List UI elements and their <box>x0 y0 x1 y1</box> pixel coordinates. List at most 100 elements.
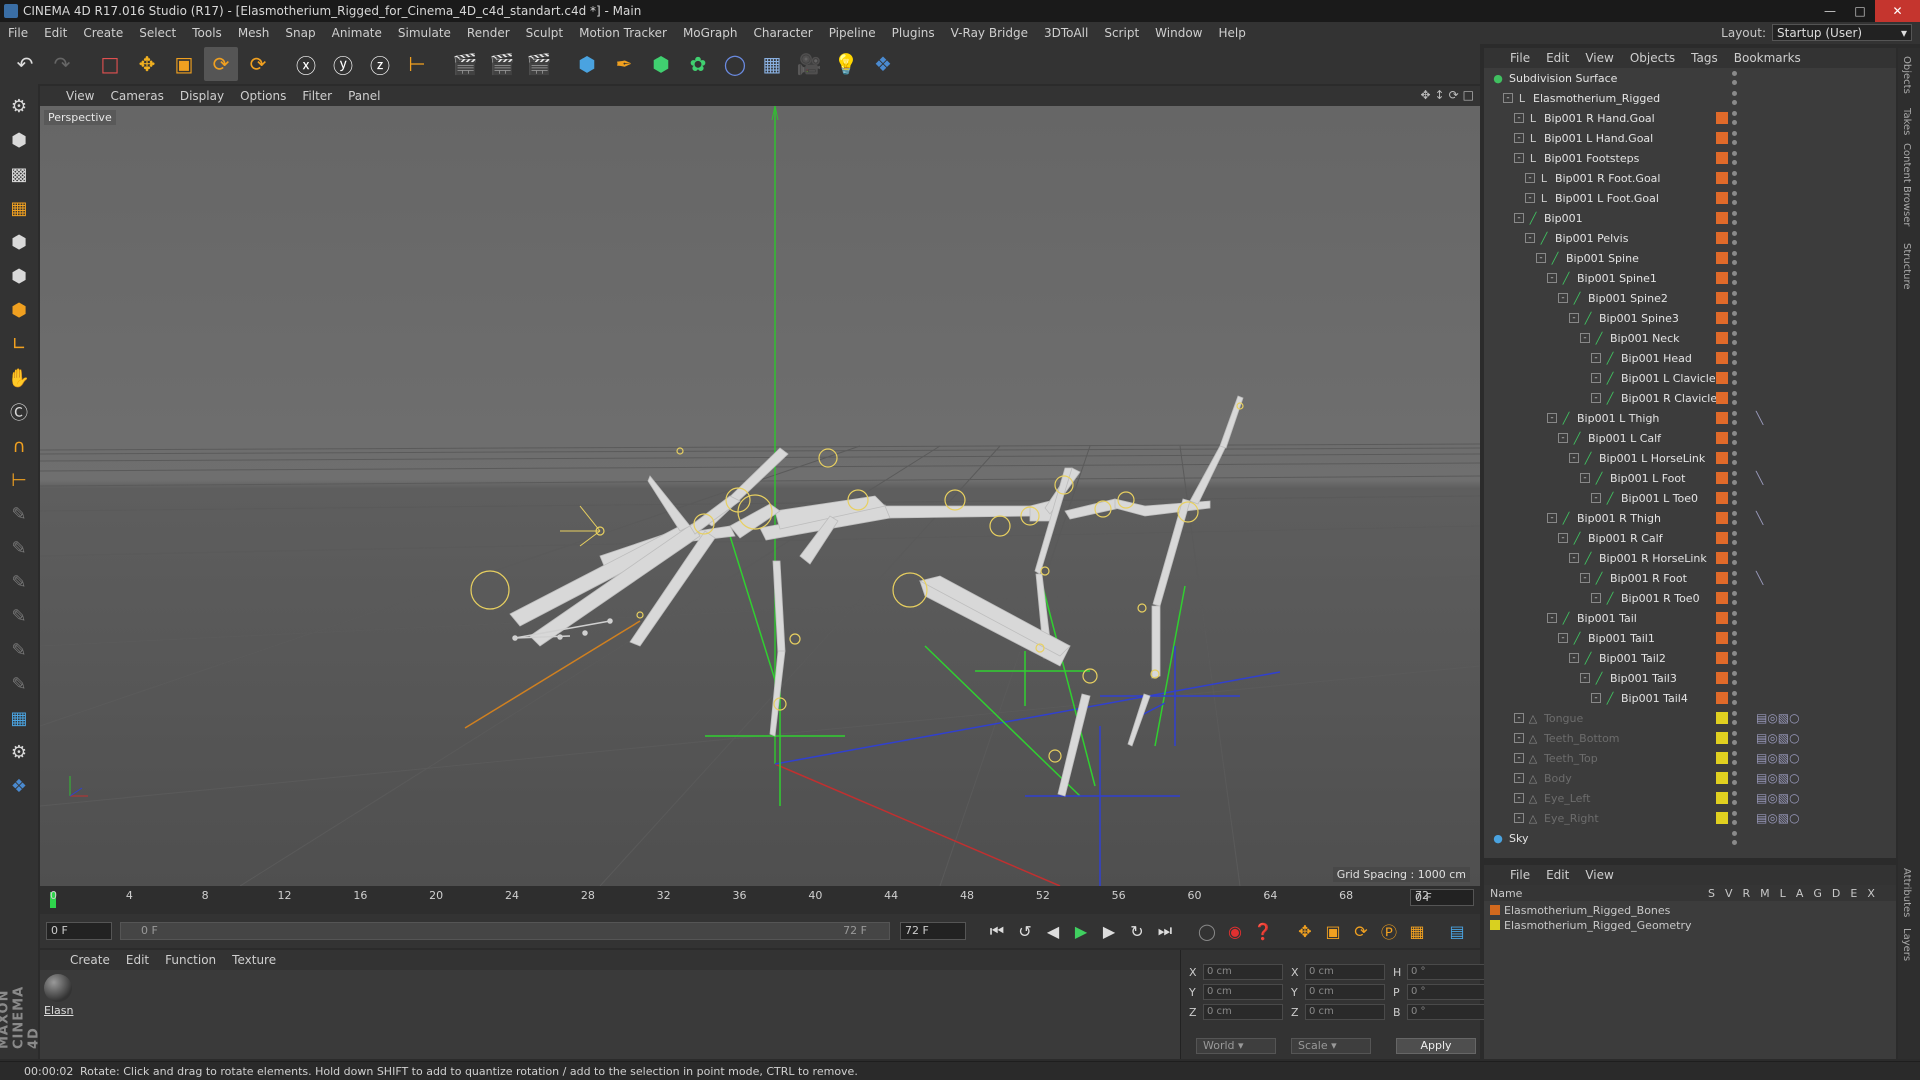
expand-toggle-icon[interactable]: - <box>1558 633 1568 643</box>
move-view-icon[interactable]: ✥ <box>1420 88 1430 102</box>
object-row[interactable]: - L Elasmotherium_Rigged <box>1484 88 1896 108</box>
expand-toggle-icon[interactable]: - <box>1514 813 1524 823</box>
menu-file[interactable]: File <box>0 26 36 40</box>
material-name[interactable]: Elasn <box>44 1004 73 1017</box>
record-position-icon[interactable]: ✥ <box>1293 918 1317 944</box>
expand-toggle-icon[interactable]: - <box>1525 193 1535 203</box>
solo-icon[interactable]: Ⓒ <box>3 396 35 428</box>
scale-icon[interactable]: ▣ <box>167 47 201 81</box>
object-row[interactable]: - ╱ Bip001 L Calf <box>1484 428 1896 448</box>
visibility-dots[interactable] <box>1732 511 1738 525</box>
coordinate-mode-select[interactable]: World ▾ <box>1196 1038 1276 1054</box>
ik-goal-tag-icon[interactable]: ╲ <box>1756 571 1763 585</box>
layer-color-swatch[interactable] <box>1716 552 1728 564</box>
camera-icon[interactable]: 🎥 <box>792 47 826 81</box>
expand-toggle-icon[interactable]: - <box>1514 773 1524 783</box>
layer-color-swatch[interactable] <box>1716 792 1728 804</box>
object-menu-objects[interactable]: Objects <box>1622 51 1683 65</box>
object-row[interactable]: - L Bip001 R Hand.Goal <box>1484 108 1896 128</box>
visibility-dots[interactable] <box>1732 251 1738 265</box>
tab-attributes[interactable]: Attributes <box>1901 868 1912 917</box>
subdivision-surface-icon[interactable]: ⬢ <box>644 47 678 81</box>
axis-mode-icon[interactable]: ∟ <box>3 328 35 360</box>
expand-toggle-icon[interactable]: - <box>1558 433 1568 443</box>
menu-sculpt[interactable]: Sculpt <box>518 26 571 40</box>
object-row[interactable]: - ╱ Bip001 Head <box>1484 348 1896 368</box>
cube-icon[interactable]: ⬢ <box>570 47 604 81</box>
expand-toggle-icon[interactable]: - <box>1514 733 1524 743</box>
material-menu-texture[interactable]: Texture <box>224 953 284 967</box>
layer-menu-edit[interactable]: Edit <box>1538 868 1577 882</box>
material-tags-icon[interactable]: ▤◎▧○ <box>1756 711 1800 725</box>
play-forward-icon[interactable]: ▶ <box>1069 918 1093 944</box>
layer-color-swatch[interactable] <box>1716 112 1728 124</box>
layer-color-swatch[interactable] <box>1716 672 1728 684</box>
object-row[interactable]: - ╱ Bip001 Spine3 <box>1484 308 1896 328</box>
visibility-dots[interactable] <box>1732 471 1738 485</box>
visibility-dots[interactable] <box>1732 271 1738 285</box>
object-row[interactable]: - △ Eye_Left ▤◎▧○ <box>1484 788 1896 808</box>
visibility-dots[interactable] <box>1732 651 1738 665</box>
visibility-dots[interactable] <box>1732 411 1738 425</box>
coord-field[interactable]: 0 cm <box>1305 964 1385 980</box>
record-active-objects-icon[interactable]: ◉ <box>1223 918 1247 944</box>
brush-icon[interactable]: ✎ <box>3 532 35 564</box>
coord-field[interactable]: 0 ° <box>1407 1004 1487 1020</box>
visibility-dots[interactable] <box>1732 91 1738 105</box>
object-row[interactable]: - ╱ Bip001 Tail2 <box>1484 648 1896 668</box>
record-rotation-icon[interactable]: ⟳ <box>1349 918 1373 944</box>
material-tags-icon[interactable]: ▤◎▧○ <box>1756 771 1800 785</box>
polygons-mode-icon[interactable]: ⬢ <box>3 294 35 326</box>
object-row[interactable]: - L Bip001 L Foot.Goal <box>1484 188 1896 208</box>
menu-simulate[interactable]: Simulate <box>390 26 459 40</box>
visibility-dots[interactable] <box>1732 671 1738 685</box>
visibility-dots[interactable] <box>1732 451 1738 465</box>
layer-color-swatch[interactable] <box>1716 732 1728 744</box>
layer-row[interactable]: Elasmotherium_Rigged_Bones <box>1490 903 1670 917</box>
expand-toggle-icon[interactable]: - <box>1514 753 1524 763</box>
object-row[interactable]: - △ Teeth_Bottom ▤◎▧○ <box>1484 728 1896 748</box>
layer-color-swatch[interactable] <box>1716 232 1728 244</box>
object-row[interactable]: - ╱ Bip001 R Clavicle <box>1484 388 1896 408</box>
viewport-menu-view[interactable]: View <box>58 89 102 103</box>
viewport-menu-options[interactable]: Options <box>232 89 294 103</box>
visibility-dots[interactable] <box>1732 231 1738 245</box>
rotate-view-icon[interactable]: ⟳ <box>1449 88 1459 102</box>
object-menu-bookmarks[interactable]: Bookmarks <box>1726 51 1809 65</box>
visibility-dots[interactable] <box>1732 291 1738 305</box>
timeline-window-icon[interactable]: ▤ <box>1445 918 1469 944</box>
next-key-icon[interactable]: ↻ <box>1125 918 1149 944</box>
menu-animate[interactable]: Animate <box>324 26 390 40</box>
object-menu-file[interactable]: File <box>1502 51 1538 65</box>
camera-label[interactable]: Perspective <box>44 110 116 125</box>
visibility-dots[interactable] <box>1732 491 1738 505</box>
layer-color-swatch[interactable] <box>1716 332 1728 344</box>
coord-field[interactable]: 0 cm <box>1203 1004 1283 1020</box>
layer-color-swatch[interactable] <box>1716 652 1728 664</box>
layer-menu-file[interactable]: File <box>1502 868 1538 882</box>
layer-color-swatch[interactable] <box>1716 432 1728 444</box>
viewport-menu-cameras[interactable]: Cameras <box>102 89 171 103</box>
object-row[interactable]: - △ Eye_Right ▤◎▧○ <box>1484 808 1896 828</box>
expand-toggle-icon[interactable]: - <box>1514 793 1524 803</box>
visibility-dots[interactable] <box>1732 371 1738 385</box>
layer-color-swatch[interactable] <box>1716 312 1728 324</box>
menu-render[interactable]: Render <box>459 26 518 40</box>
layer-color-swatch[interactable] <box>1490 920 1500 930</box>
layer-color-swatch[interactable] <box>1716 572 1728 584</box>
spline-pen-icon[interactable]: ✒ <box>607 47 641 81</box>
layer-color-swatch[interactable] <box>1716 712 1728 724</box>
menu-mesh[interactable]: Mesh <box>230 26 278 40</box>
layer-color-swatch[interactable] <box>1716 492 1728 504</box>
sculpt-icon[interactable]: ✎ <box>3 566 35 598</box>
visibility-dots[interactable] <box>1732 191 1738 205</box>
expand-toggle-icon[interactable]: - <box>1580 573 1590 583</box>
visibility-dots[interactable] <box>1732 211 1738 225</box>
perspective-viewport[interactable]: Perspective Grid Spacing : 1000 cm <box>40 106 1480 886</box>
expand-toggle-icon[interactable]: - <box>1591 593 1601 603</box>
coord-field[interactable]: 0 cm <box>1203 964 1283 980</box>
motion-record-icon[interactable]: ◯ <box>1195 918 1219 944</box>
expand-toggle-icon[interactable]: - <box>1514 133 1524 143</box>
menu-character[interactable]: Character <box>745 26 820 40</box>
object-row[interactable]: - ╱ Bip001 <box>1484 208 1896 228</box>
